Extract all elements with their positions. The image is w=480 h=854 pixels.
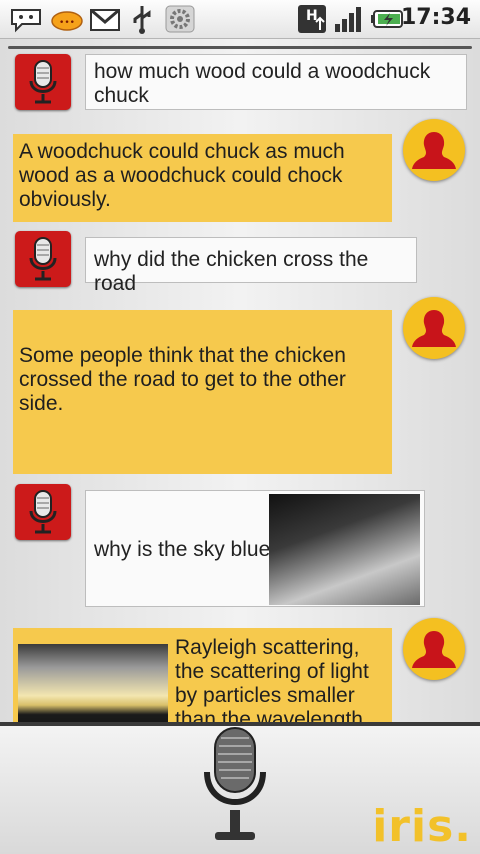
sky-photo[interactable] bbox=[269, 494, 420, 605]
user-message: why is the sky blue bbox=[85, 490, 425, 607]
iris-avatar bbox=[403, 297, 465, 359]
iris-message: A woodchuck could chuck as much wood as … bbox=[13, 134, 392, 222]
top-divider bbox=[8, 46, 472, 49]
microphone-button[interactable] bbox=[195, 726, 275, 852]
iris-message-text: Rayleigh scattering, the scattering of l… bbox=[175, 636, 369, 724]
bottom-bar: iris. bbox=[0, 726, 480, 854]
user-avatar bbox=[15, 484, 71, 540]
iris-message: Some people think that the chicken cross… bbox=[13, 310, 392, 474]
email-icon: ••• bbox=[51, 11, 83, 31]
user-avatar bbox=[15, 231, 71, 287]
iris-message-text: A woodchuck could chuck as much wood as … bbox=[19, 140, 345, 211]
iris-message: Rayleigh scattering, the scattering of l… bbox=[13, 628, 392, 724]
iris-message-text: Some people think that the chicken cross… bbox=[19, 344, 346, 415]
signal-icon bbox=[335, 7, 361, 32]
chat-icon bbox=[11, 9, 41, 33]
person-silhouette-icon bbox=[412, 310, 456, 347]
settings-icon bbox=[165, 5, 195, 33]
gmail-icon bbox=[90, 8, 120, 31]
sunset-photo[interactable] bbox=[18, 644, 168, 724]
user-message-text: why is the sky blue bbox=[94, 538, 271, 561]
microphone-icon bbox=[29, 237, 57, 281]
status-bar: ••• H 17:34 bbox=[0, 0, 480, 39]
person-silhouette-icon bbox=[412, 132, 456, 169]
conversation-list[interactable]: how much wood could a woodchuck chuck A … bbox=[0, 39, 480, 724]
microphone-icon bbox=[29, 60, 57, 104]
user-avatar bbox=[15, 54, 71, 110]
usb-icon bbox=[133, 6, 151, 34]
iris-avatar bbox=[403, 618, 465, 680]
brand-logo: iris. bbox=[372, 801, 472, 852]
microphone-icon bbox=[29, 490, 57, 534]
person-silhouette-icon bbox=[412, 631, 456, 668]
iris-avatar bbox=[403, 119, 465, 181]
user-message: why did the chicken cross the road bbox=[85, 237, 417, 295]
clock: 17:34 bbox=[400, 5, 471, 30]
user-message-text: why did the chicken cross the road bbox=[94, 248, 369, 295]
svg-text:•••: ••• bbox=[59, 18, 75, 28]
user-message-text: how much wood could a woodchuck chuck bbox=[94, 60, 431, 107]
user-message: how much wood could a woodchuck chuck bbox=[85, 54, 467, 110]
hspa-icon: H bbox=[298, 5, 326, 33]
